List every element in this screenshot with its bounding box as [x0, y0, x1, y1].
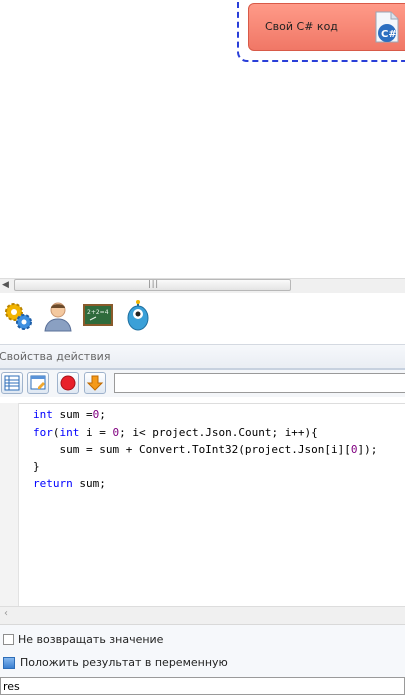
code-line: int sum =0; — [33, 408, 106, 421]
code-line: } — [33, 460, 40, 473]
editor-horizontal-scrollbar[interactable] — [0, 606, 405, 624]
variable-name-field[interactable] — [0, 677, 405, 695]
store-result-checkbox[interactable] — [3, 657, 15, 669]
properties-input[interactable] — [114, 373, 405, 393]
code-line: for(int i = 0; i< project.Json.Count; i+… — [33, 426, 318, 439]
svg-text:2+2=4: 2+2=4 — [87, 309, 109, 316]
record-button[interactable] — [57, 372, 79, 394]
download-arrow-button[interactable] — [84, 372, 106, 394]
csharp-file-icon: C# — [370, 10, 404, 44]
window-edit-icon — [28, 375, 48, 396]
grid-view-icon — [2, 375, 22, 396]
scroll-left-arrow-icon[interactable]: ◀ — [2, 280, 9, 290]
code-line: return sum; — [33, 477, 106, 490]
properties-panel-title: Свойства действия — [0, 350, 111, 363]
no-return-checkbox[interactable] — [3, 634, 14, 645]
store-result-label: Положить результат в переменную — [20, 656, 228, 669]
blackboard-icon[interactable]: 2+2=4 — [82, 300, 114, 332]
scroll-left-chevron-icon[interactable]: ‹ — [4, 608, 8, 619]
node-label: Свой C# код — [265, 20, 338, 33]
robot-icon[interactable] — [122, 300, 154, 332]
record-icon — [58, 375, 78, 396]
gears-icon[interactable] — [2, 300, 34, 332]
window-edit-button[interactable] — [27, 372, 49, 394]
download-arrow-icon — [85, 375, 105, 396]
grid-view-button[interactable] — [1, 372, 23, 394]
code-line: sum = sum + Convert.ToInt32(project.Json… — [33, 443, 378, 456]
user-icon[interactable] — [42, 300, 74, 332]
svg-text:C#: C# — [381, 29, 397, 40]
no-return-label: Не возвращать значение — [18, 633, 164, 646]
scrollbar-grip-icon: ||| — [148, 279, 160, 288]
variable-name-value: res — [3, 680, 20, 693]
editor-gutter — [0, 403, 19, 606]
